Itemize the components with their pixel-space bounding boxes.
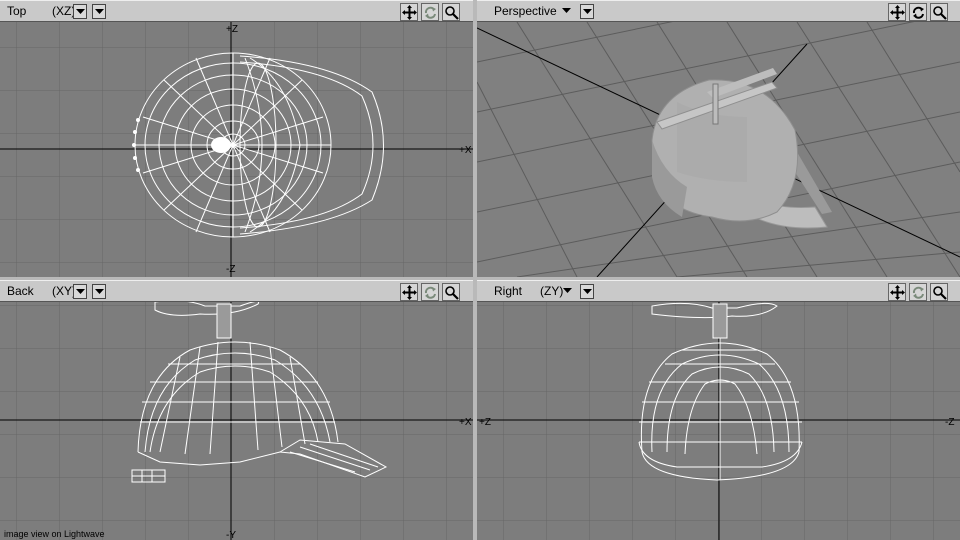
view-type-label[interactable]: Perspective xyxy=(490,3,561,20)
viewport-right[interactable]: Right (ZY) +Z -Z xyxy=(477,280,960,540)
rotate-view-icon[interactable] xyxy=(909,3,927,21)
view-axis-label[interactable]: (ZY) xyxy=(540,283,563,300)
right-view-wireframe: +Z -Z xyxy=(477,302,960,540)
dropdown-arrow-icon[interactable] xyxy=(73,284,87,299)
viewport-options-dropdown[interactable] xyxy=(580,284,594,299)
viewport-canvas[interactable]: +X -Y image view on Lightwave xyxy=(0,302,473,540)
view-type-label[interactable]: Right xyxy=(490,283,526,300)
move-view-icon[interactable] xyxy=(400,3,418,21)
viewport-header: Right (ZY) xyxy=(477,280,960,302)
rotate-view-icon[interactable] xyxy=(421,3,439,21)
move-view-icon[interactable] xyxy=(888,283,906,301)
zoom-view-icon[interactable] xyxy=(930,283,948,301)
svg-text:+Z: +Z xyxy=(479,417,491,428)
viewport-header: Top (XZ) xyxy=(0,0,473,22)
viewport-canvas[interactable]: +Z -Z xyxy=(477,302,960,540)
zoom-view-icon[interactable] xyxy=(442,283,460,301)
view-type-label[interactable]: Back xyxy=(3,283,38,300)
viewport-back[interactable]: Back (XY) +X -Y image view on Lightwave xyxy=(0,280,473,540)
image-caption: image view on Lightwave xyxy=(4,529,105,539)
rotate-view-icon[interactable] xyxy=(909,283,927,301)
viewport-canvas[interactable] xyxy=(477,22,960,277)
svg-text:+Z: +Z xyxy=(226,24,238,35)
viewport-options-dropdown[interactable] xyxy=(92,284,106,299)
view-type-label[interactable]: Top xyxy=(3,3,30,20)
viewport-options-dropdown[interactable] xyxy=(92,4,106,19)
viewport-canvas[interactable]: +X -Z +Z xyxy=(0,22,473,277)
dropdown-arrow-icon[interactable] xyxy=(561,284,575,299)
viewport-perspective[interactable]: Perspective xyxy=(477,0,960,277)
svg-text:+X: +X xyxy=(459,417,472,428)
viewport-options-dropdown[interactable] xyxy=(580,4,594,19)
zoom-view-icon[interactable] xyxy=(930,3,948,21)
svg-text:-Z: -Z xyxy=(226,264,235,275)
view-axis-label[interactable]: (XZ) xyxy=(52,3,75,20)
dropdown-arrow-icon[interactable] xyxy=(73,4,87,19)
perspective-view-render xyxy=(477,22,960,277)
move-view-icon[interactable] xyxy=(400,283,418,301)
viewport-top[interactable]: Top (XZ) +X -Z +Z xyxy=(0,0,473,277)
move-view-icon[interactable] xyxy=(888,3,906,21)
viewport-header: Perspective xyxy=(477,0,960,22)
svg-text:+X: +X xyxy=(459,145,472,156)
back-view-wireframe: +X -Y xyxy=(0,302,473,540)
viewport-header: Back (XY) xyxy=(0,280,473,302)
svg-text:-Z: -Z xyxy=(945,417,954,428)
svg-text:-Y: -Y xyxy=(226,530,236,540)
top-view-wireframe: +X -Z +Z xyxy=(0,22,473,277)
dropdown-arrow-icon[interactable] xyxy=(560,4,574,19)
rotate-view-icon[interactable] xyxy=(421,283,439,301)
zoom-view-icon[interactable] xyxy=(442,3,460,21)
